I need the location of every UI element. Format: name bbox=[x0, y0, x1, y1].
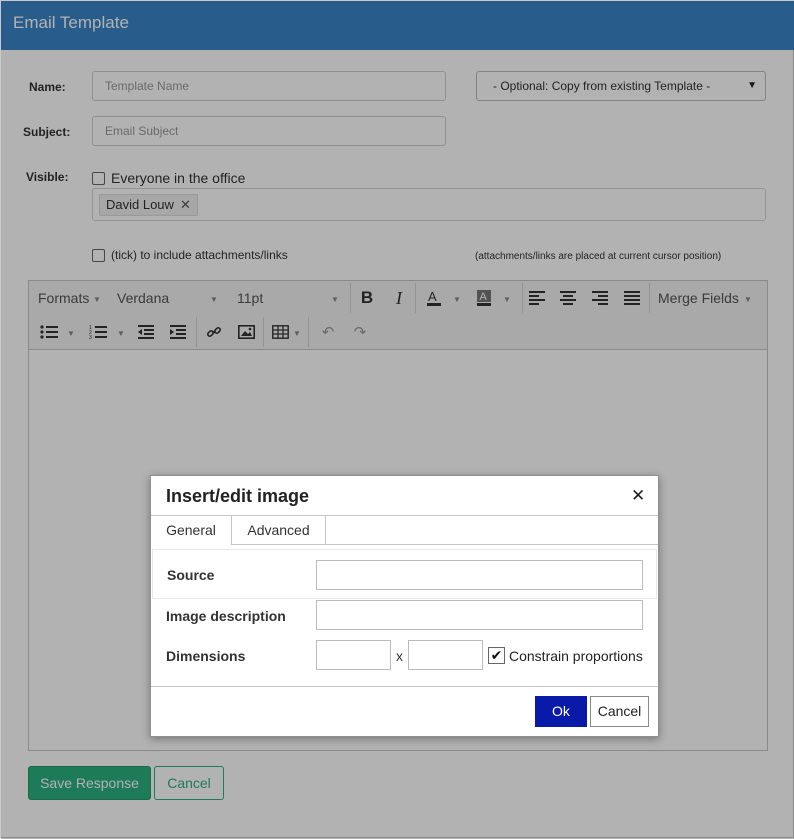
dialog-tabs: General Advanced bbox=[151, 515, 658, 545]
dialog-title: Insert/edit image bbox=[166, 486, 310, 506]
image-description-label: Image description bbox=[166, 608, 286, 624]
dimension-separator: x bbox=[396, 648, 403, 664]
source-label: Source bbox=[167, 567, 215, 583]
insert-image-dialog: Insert/edit image ✕ General Advanced Ima… bbox=[150, 475, 659, 737]
tab-advanced[interactable]: Advanced bbox=[232, 516, 326, 545]
constrain-proportions-label: Constrain proportions bbox=[509, 648, 643, 664]
checkmark-icon: ✔ bbox=[490, 647, 503, 663]
width-input[interactable] bbox=[316, 640, 391, 670]
source-input[interactable] bbox=[316, 560, 643, 590]
height-input[interactable] bbox=[408, 640, 483, 670]
dimensions-label: Dimensions bbox=[166, 648, 246, 664]
image-description-input[interactable] bbox=[316, 600, 643, 630]
close-icon[interactable]: ✕ bbox=[631, 486, 645, 506]
page: Email Template Name: Template Name - Opt… bbox=[0, 0, 794, 839]
ok-button[interactable]: Ok bbox=[535, 696, 587, 727]
constrain-proportions-checkbox[interactable]: ✔ bbox=[488, 647, 505, 664]
tab-general[interactable]: General bbox=[151, 516, 232, 545]
source-row-highlight: Source bbox=[153, 550, 656, 598]
dialog-cancel-button[interactable]: Cancel bbox=[590, 696, 649, 727]
